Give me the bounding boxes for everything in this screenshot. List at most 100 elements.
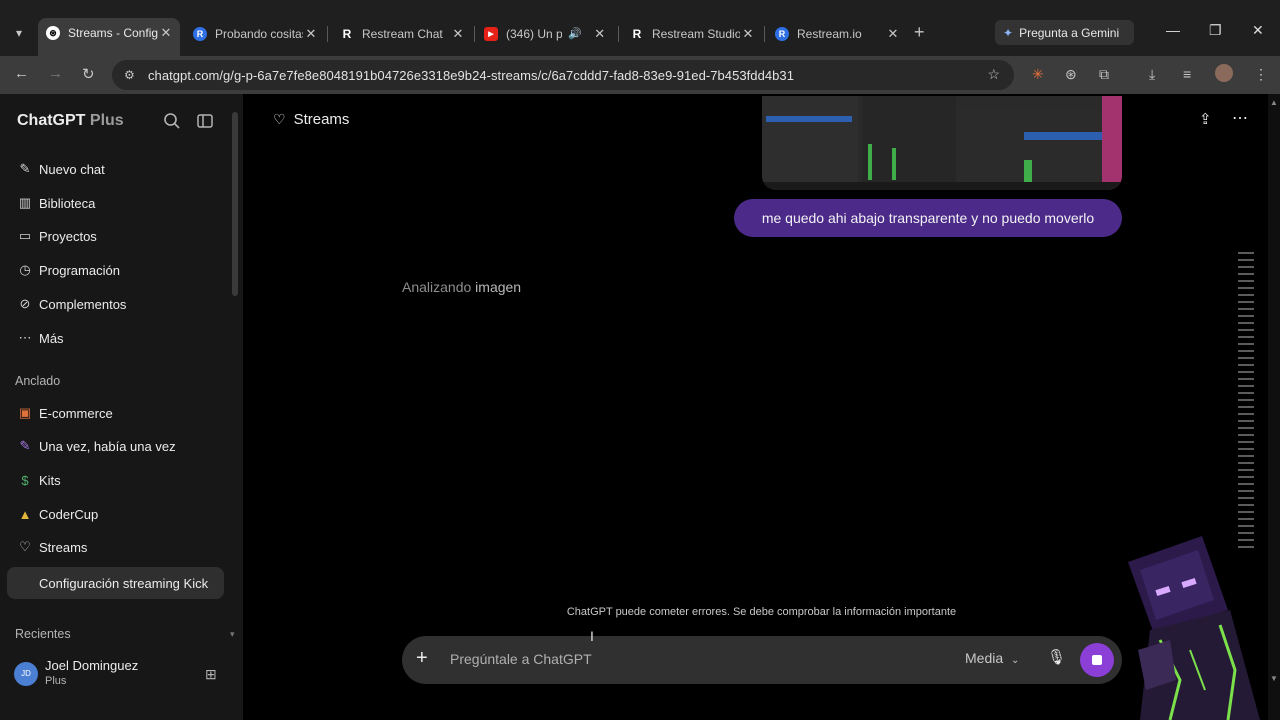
sidebar-item-label: Una vez, había una vez xyxy=(39,438,176,454)
pen-icon: ✎ xyxy=(19,438,31,453)
address-bar[interactable]: ⚙ chatgpt.com/g/g-p-6a7e7fe8e8048191b047… xyxy=(112,60,1014,90)
gemini-button[interactable]: ✦ Pregunta a Gemini xyxy=(995,20,1134,45)
close-tab-icon[interactable]: ✕ xyxy=(158,25,174,41)
tab-streams[interactable]: ⊛ Streams - Config ✕ xyxy=(38,18,180,56)
scroll-down-arrow-icon[interactable]: ▼ xyxy=(1270,674,1278,683)
close-tab-icon[interactable]: ✕ xyxy=(740,26,756,42)
sidebar-item-more[interactable]: ⋯ Más xyxy=(16,328,64,348)
user-message-bubble: me quedo ahi abajo transparente y no pue… xyxy=(734,199,1122,237)
tab-probando[interactable]: R Probando cositas ✕ xyxy=(185,19,325,48)
sidebar: ChatGPT Plus ✎ Nuevo chat ▥ Biblioteca ▭… xyxy=(0,94,243,720)
user-profile[interactable]: JD Joel Dominguez Plus xyxy=(14,658,138,689)
download-icon[interactable]: ⤓ xyxy=(1149,66,1155,83)
gemini-sparkle-icon: ✦ xyxy=(1003,25,1014,40)
app-name: ChatGPT xyxy=(17,112,86,129)
add-attachment-plus-icon[interactable]: + xyxy=(416,647,428,670)
plan-badge: Plus xyxy=(89,112,124,129)
tab-restream-chat[interactable]: R Restream Chat ✕ xyxy=(332,19,472,48)
sidebar-item-ecommerce[interactable]: ▣ E-commerce xyxy=(16,403,113,423)
claude-extension-icon[interactable]: ✳ xyxy=(1032,66,1044,83)
sidebar-toggle-icon[interactable] xyxy=(196,112,214,130)
chevron-down-icon[interactable]: ▾ xyxy=(230,629,235,640)
sidebar-item-programming[interactable]: ◷ Programación xyxy=(16,260,120,280)
attached-image[interactable] xyxy=(762,96,1122,190)
speaker-icon[interactable]: 🔊 xyxy=(568,27,582,40)
sidebar-item-new-chat[interactable]: ✎ Nuevo chat xyxy=(16,159,105,179)
sidebar-item-kits[interactable]: $ Kits xyxy=(16,470,60,490)
conversation-outline[interactable] xyxy=(1238,252,1256,556)
chatgpt-extension-icon[interactable]: ⊛ xyxy=(1065,66,1077,83)
tab-title: Restream Studio xyxy=(652,26,740,41)
profile-avatar-icon[interactable] xyxy=(1215,64,1233,82)
dollar-icon: $ xyxy=(21,472,29,488)
terminal-icon: ▣ xyxy=(18,405,32,420)
chatgpt-icon: ⊛ xyxy=(46,26,60,40)
project-title: Streams xyxy=(293,111,350,128)
sidebar-item-projects[interactable]: ▭ Proyectos xyxy=(16,226,97,246)
tab-separator xyxy=(618,26,619,42)
avatar: JD xyxy=(14,661,38,686)
browser-menu-icon[interactable]: ⋮ xyxy=(1254,66,1268,83)
library-icon: ▥ xyxy=(18,195,32,210)
composer[interactable]: + Pregúntale a ChatGPT Media ⌄ 🎙 xyxy=(402,636,1122,684)
graduation-cap-icon: ▲ xyxy=(18,506,32,522)
back-arrow-icon[interactable]: ← xyxy=(14,65,29,82)
close-tab-icon[interactable]: ✕ xyxy=(450,26,466,42)
url-text[interactable]: chatgpt.com/g/g-p-6a7e7fe8e8048191b04726… xyxy=(148,68,794,83)
folder-icon: ▭ xyxy=(18,228,32,243)
tab-title: (346) Un pa xyxy=(506,26,562,41)
project-header[interactable]: ♡ Streams xyxy=(273,111,349,128)
text-cursor-icon: I xyxy=(590,628,594,644)
tab-search-chevron-icon[interactable]: ▾ xyxy=(8,22,30,44)
model-label: Media xyxy=(965,650,1004,666)
more-options-icon[interactable]: ⋯ xyxy=(1232,108,1248,128)
sidebar-chat-selected[interactable]: Configuración streaming Kick xyxy=(7,567,224,599)
sidebar-item-story[interactable]: ✎ Una vez, había una vez xyxy=(16,436,176,456)
sidebar-item-label: Nuevo chat xyxy=(39,161,105,177)
sidebar-item-library[interactable]: ▥ Biblioteca xyxy=(16,193,96,213)
heart-icon: ♡ xyxy=(19,539,31,554)
sidebar-item-plugins[interactable]: ⊘ Complementos xyxy=(16,294,127,314)
composer-input[interactable]: Pregúntale a ChatGPT xyxy=(450,651,592,667)
sidebar-item-label: Más xyxy=(39,330,64,346)
close-window-icon[interactable]: ✕ xyxy=(1252,22,1264,39)
close-tab-icon[interactable]: ✕ xyxy=(303,26,319,42)
pinned-section-title: Anclado xyxy=(15,374,61,388)
media-control-icon[interactable]: ≡ xyxy=(1183,66,1191,82)
workspace-icon[interactable]: ⊞ xyxy=(205,666,217,683)
sidebar-item-label: Biblioteca xyxy=(39,195,96,211)
search-icon[interactable] xyxy=(163,112,181,130)
sidebar-item-codercup[interactable]: ▲ CoderCup xyxy=(16,504,99,524)
tab-restream-io[interactable]: R Restream.io ✕ xyxy=(767,19,907,48)
tab-title: Restream Chat xyxy=(362,26,443,41)
tab-restream-studio[interactable]: R Restream Studio ✕ xyxy=(622,19,762,48)
bookmark-star-icon[interactable]: ☆ xyxy=(987,66,1000,83)
browser-toolbar: ← → ↻ ⚙ chatgpt.com/g/g-p-6a7e7fe8e80481… xyxy=(0,56,1280,94)
tab-youtube[interactable]: ▶ (346) Un pa 🔊 ✕ xyxy=(476,19,616,48)
new-tab-plus-icon[interactable]: + xyxy=(914,22,925,43)
share-icon[interactable]: ⇪ xyxy=(1199,110,1212,128)
minimize-icon[interactable]: — xyxy=(1166,22,1180,38)
sidebar-item-streams[interactable]: ♡ Streams xyxy=(16,537,87,557)
scroll-up-arrow-icon[interactable]: ▲ xyxy=(1270,98,1278,107)
extensions-puzzle-icon[interactable]: ⧉ xyxy=(1099,66,1109,83)
sidebar-scrollbar[interactable] xyxy=(232,112,238,296)
close-tab-icon[interactable]: ✕ xyxy=(592,26,608,42)
tab-separator xyxy=(474,26,475,42)
clock-icon: ◷ xyxy=(19,262,31,277)
recent-section-title[interactable]: Recientes xyxy=(15,627,71,641)
tab-title: Streams - Config xyxy=(68,26,158,40)
restore-icon[interactable]: ❐ xyxy=(1209,22,1222,39)
browser-tab-bar: ▾ ⊛ Streams - Config ✕ R Probando cosita… xyxy=(0,0,1280,56)
forward-arrow-icon[interactable]: → xyxy=(48,65,63,82)
reload-icon[interactable]: ↻ xyxy=(82,65,95,83)
microphone-icon[interactable]: 🎙 xyxy=(1047,648,1066,666)
stop-generation-button[interactable] xyxy=(1080,643,1114,677)
app-title[interactable]: ChatGPT Plus xyxy=(17,112,124,130)
user-name: Joel Dominguez xyxy=(45,658,139,673)
selected-chat-label: Configuración streaming Kick xyxy=(39,576,209,591)
stop-icon xyxy=(1092,655,1102,665)
site-info-icon[interactable]: ⚙ xyxy=(124,68,140,82)
model-selector[interactable]: Media ⌄ xyxy=(965,650,1019,666)
close-tab-icon[interactable]: ✕ xyxy=(885,26,901,42)
